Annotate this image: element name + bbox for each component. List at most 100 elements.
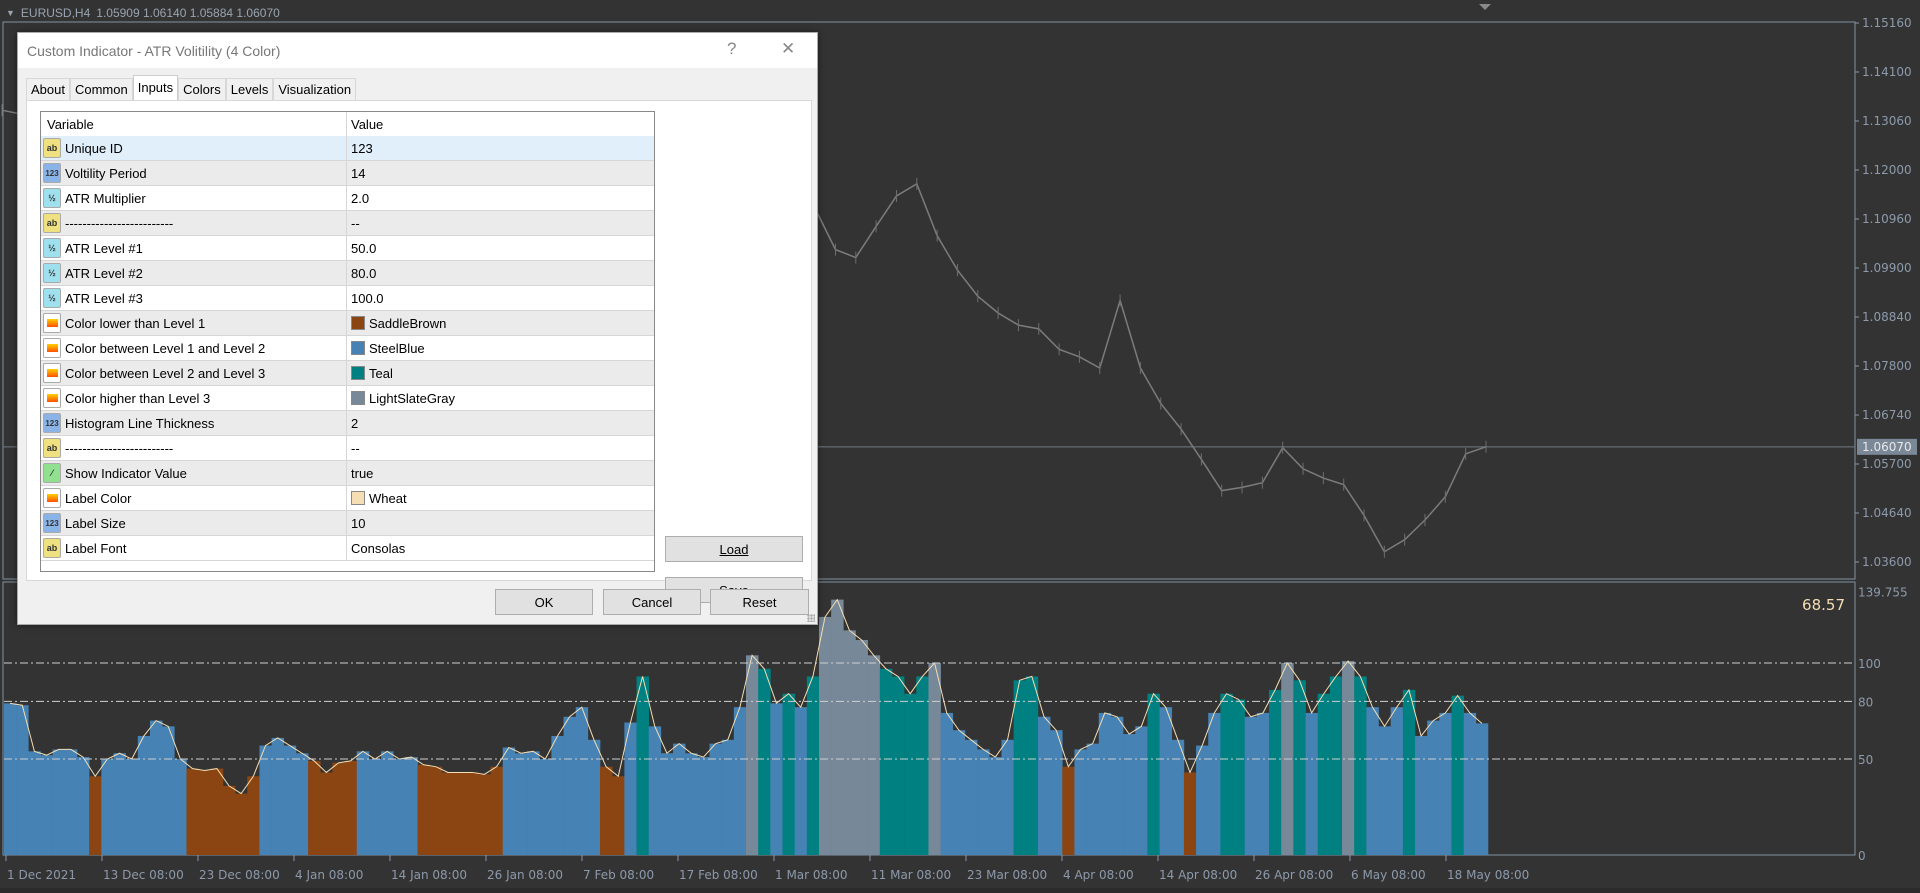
atr-histogram-bar bbox=[52, 749, 66, 855]
load-button[interactable]: Load bbox=[665, 536, 803, 562]
table-row[interactable]: ab ------------------------- -- bbox=[41, 211, 654, 236]
variable-cell: ab ------------------------- bbox=[41, 436, 347, 460]
value-cell[interactable]: SteelBlue bbox=[347, 336, 654, 360]
table-row[interactable]: 123 Voltility Period 14 bbox=[41, 161, 654, 186]
table-row[interactable]: Label Color Wheat bbox=[41, 486, 654, 511]
atr-histogram-bar bbox=[1232, 699, 1246, 855]
close-button[interactable]: ✕ bbox=[781, 39, 795, 59]
indicator-axis-label: 100 bbox=[1858, 657, 1881, 671]
tab-inputs[interactable]: Inputs bbox=[132, 75, 179, 100]
table-row[interactable]: ab ------------------------- -- bbox=[41, 436, 654, 461]
value-cell[interactable]: 2.0 bbox=[347, 186, 654, 210]
value-cell[interactable]: 50.0 bbox=[347, 236, 654, 260]
variable-name: Show Indicator Value bbox=[65, 465, 187, 481]
dialog-titlebar[interactable]: Custom Indicator - ATR Volitility (4 Col… bbox=[18, 33, 817, 68]
atr-histogram-bar bbox=[1463, 712, 1477, 855]
value-cell[interactable]: Consolas bbox=[347, 536, 654, 560]
tab-levels[interactable]: Levels bbox=[225, 78, 274, 100]
tab-colors[interactable]: Colors bbox=[178, 78, 226, 100]
atr-histogram-bar bbox=[76, 757, 90, 855]
price-axis-label: 1.14100 bbox=[1862, 65, 1912, 79]
variable-cell: ½ ATR Level #3 bbox=[41, 286, 347, 310]
value-cell[interactable]: 14 bbox=[347, 161, 654, 185]
table-row[interactable]: ½ ATR Level #2 80.0 bbox=[41, 261, 654, 286]
ohlc-values: 1.05909 1.06140 1.05884 1.06070 bbox=[96, 6, 280, 20]
color-type-icon bbox=[43, 313, 61, 333]
table-row[interactable]: ½ ATR Level #1 50.0 bbox=[41, 236, 654, 261]
value-cell[interactable]: 10 bbox=[347, 511, 654, 535]
atr-histogram-bar bbox=[1269, 689, 1282, 855]
atr-histogram-bar bbox=[989, 757, 1002, 855]
atr-histogram-bar bbox=[1366, 707, 1379, 855]
value-cell[interactable]: SaddleBrown bbox=[347, 311, 654, 335]
table-row[interactable]: ½ ATR Multiplier 2.0 bbox=[41, 186, 654, 211]
atr-histogram-bar bbox=[904, 693, 917, 855]
variable-name: Color between Level 1 and Level 2 bbox=[65, 340, 266, 356]
value-cell[interactable]: -- bbox=[347, 436, 654, 460]
variable-name: Label Size bbox=[65, 515, 126, 531]
table-row[interactable]: Color higher than Level 3 LightSlateGray bbox=[41, 386, 654, 411]
time-axis-label: 23 Mar 08:00 bbox=[967, 868, 1047, 882]
resize-grip-icon[interactable] bbox=[807, 614, 815, 622]
atr-histogram-bar bbox=[575, 707, 589, 855]
atr-histogram-bar bbox=[563, 716, 577, 855]
value-cell[interactable]: LightSlateGray bbox=[347, 386, 654, 410]
atr-histogram-bar bbox=[636, 676, 649, 855]
header-variable[interactable]: Variable bbox=[41, 112, 347, 136]
variable-value: SaddleBrown bbox=[369, 315, 447, 331]
variable-value: -- bbox=[351, 440, 360, 456]
atr-histogram-bar bbox=[673, 743, 686, 855]
variable-cell: ab Label Font bbox=[41, 536, 347, 560]
table-row[interactable]: ab Unique ID 123 bbox=[41, 136, 654, 161]
ok-button[interactable]: OK bbox=[495, 589, 593, 615]
collapse-triangle-icon[interactable]: ▼ bbox=[6, 8, 15, 18]
table-row[interactable]: 123 Label Size 10 bbox=[41, 511, 654, 536]
tab-visualization[interactable]: Visualization bbox=[273, 78, 357, 100]
tab-about[interactable]: About bbox=[26, 78, 70, 100]
value-cell[interactable]: 2 bbox=[347, 411, 654, 435]
atr-histogram-bar bbox=[1025, 676, 1039, 855]
indicator-axis-label: 0 bbox=[1858, 849, 1866, 863]
table-row[interactable]: ½ ATR Level #3 100.0 bbox=[41, 286, 654, 311]
atr-histogram-bar bbox=[758, 668, 771, 855]
color-type-icon bbox=[43, 388, 61, 408]
atr-histogram-bar bbox=[222, 785, 236, 855]
table-row[interactable]: Color lower than Level 1 SaddleBrown bbox=[41, 311, 654, 336]
value-cell[interactable]: 123 bbox=[347, 136, 654, 160]
atr-histogram-bar bbox=[721, 739, 735, 855]
atr-histogram-bar bbox=[271, 737, 285, 855]
time-axis-label: 13 Dec 08:00 bbox=[103, 868, 184, 882]
atr-histogram-bar bbox=[40, 755, 53, 855]
value-cell[interactable]: 100.0 bbox=[347, 286, 654, 310]
value-cell[interactable]: -- bbox=[347, 211, 654, 235]
value-cell[interactable]: true bbox=[347, 461, 654, 485]
help-button[interactable]: ? bbox=[727, 39, 736, 59]
atr-histogram-bar bbox=[1001, 739, 1014, 855]
table-row[interactable]: Color between Level 2 and Level 3 Teal bbox=[41, 361, 654, 386]
variable-value: LightSlateGray bbox=[369, 390, 455, 406]
atr-histogram-bar bbox=[149, 720, 163, 855]
atr-histogram-bar bbox=[891, 676, 905, 855]
reset-button[interactable]: Reset bbox=[710, 589, 809, 615]
price-axis-label: 1.07800 bbox=[1862, 359, 1912, 373]
header-value[interactable]: Value bbox=[347, 112, 654, 136]
price-axis-label: 1.10960 bbox=[1862, 212, 1912, 226]
cancel-button[interactable]: Cancel bbox=[603, 589, 701, 615]
table-row[interactable]: ab Label Font Consolas bbox=[41, 536, 654, 561]
variable-value: 80.0 bbox=[351, 265, 377, 281]
variable-value: 100.0 bbox=[351, 290, 384, 306]
value-cell[interactable]: Wheat bbox=[347, 486, 654, 510]
table-row[interactable]: Color between Level 1 and Level 2 SteelBl… bbox=[41, 336, 654, 361]
atr-histogram-bar bbox=[308, 760, 321, 855]
value-cell[interactable]: 80.0 bbox=[347, 261, 654, 285]
variable-value: Consolas bbox=[351, 540, 406, 556]
value-cell[interactable]: Teal bbox=[347, 361, 654, 385]
atr-histogram-bar bbox=[1037, 716, 1051, 855]
tab-common[interactable]: Common bbox=[69, 78, 133, 100]
string-type-icon: ab bbox=[43, 438, 61, 458]
atr-histogram-bar bbox=[235, 793, 248, 855]
atr-histogram-bar bbox=[198, 770, 212, 855]
table-row[interactable]: 123 Histogram Line Thickness 2 bbox=[41, 411, 654, 436]
atr-histogram-bar bbox=[940, 712, 954, 855]
table-row[interactable]: ⁄ Show Indicator Value true bbox=[41, 461, 654, 486]
